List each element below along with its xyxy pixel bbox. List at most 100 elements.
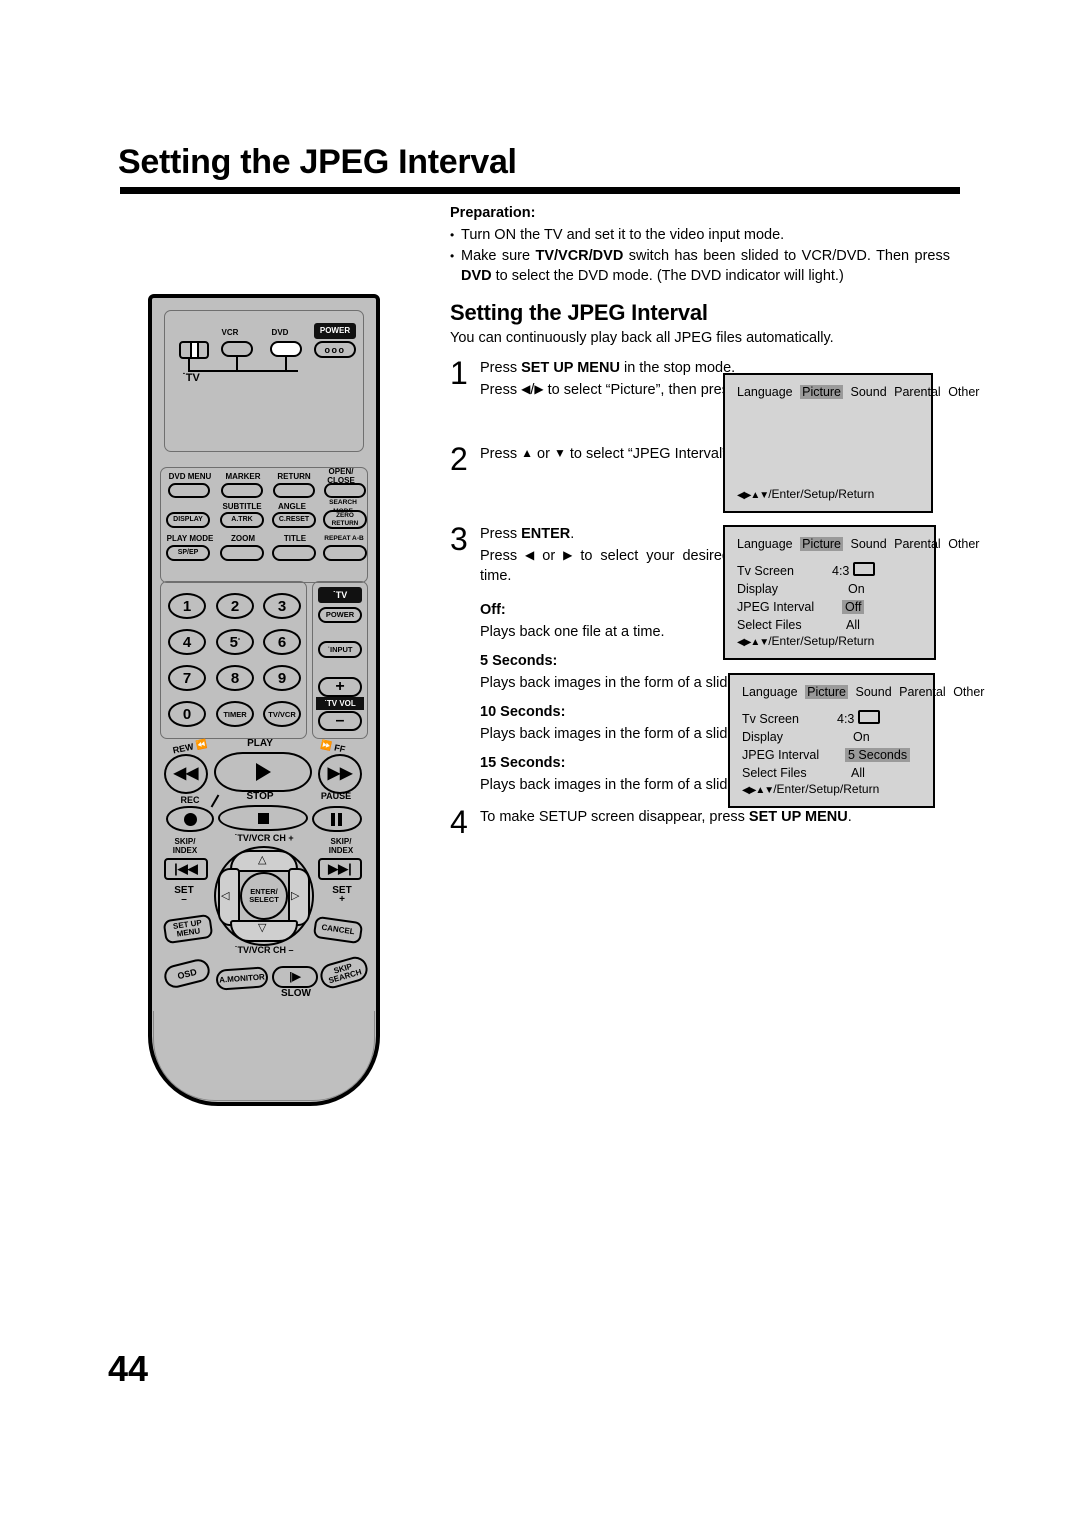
tv-indicator: ˙TV [318,587,362,603]
row-display-label: Display [742,730,783,744]
skip-back-button[interactable]: |◀◀ [164,858,208,880]
tab-other[interactable]: Other [948,537,979,551]
tv-setup-screen-2: Language Picture Sound Parental Other Tv… [723,525,979,660]
record-icon [183,812,197,826]
key-0[interactable]: 0 [168,701,206,727]
preparation-bullet-2-text: Make sure TV/VCR/DVD switch has been sli… [461,248,950,284]
remote-bottom-contour [153,1011,375,1101]
c-reset-button[interactable]: C.RESET [272,512,316,528]
zoom-button[interactable] [220,545,264,561]
navigation-arrows-icon: ◀▶▲▼ [737,637,769,648]
tab-parental[interactable]: Parental [899,685,946,699]
row-select-files[interactable]: Select Files All [737,616,922,634]
row-tv-screen-label: Tv Screen [737,564,794,578]
row-tv-screen[interactable]: Tv Screen 4:3 [737,562,922,580]
record-button[interactable] [166,806,214,832]
row-display[interactable]: Display On [737,580,922,598]
section-heading: Setting the JPEG Interval [450,300,708,325]
tab-other[interactable]: Other [953,685,984,699]
tab-picture[interactable]: Picture [800,385,844,399]
tab-sound[interactable]: Sound [851,385,887,399]
tv-power-button[interactable]: POWER [318,607,362,623]
skip-forward-button[interactable]: ▶▶| [318,858,362,880]
key-7[interactable]: 7 [168,665,206,691]
key-4[interactable]: 4 [168,629,206,655]
row-jpeg-interval[interactable]: JPEG Interval Off [737,598,922,616]
title-divider [120,187,960,194]
key-3[interactable]: 3 [263,593,301,619]
zero-return-button[interactable]: ZERO RETURN [323,510,367,529]
repeat-ab-button[interactable] [323,545,367,561]
key-9[interactable]: 9 [263,665,301,691]
row-tv-screen[interactable]: Tv Screen 4:3 [742,710,921,728]
tab-language[interactable]: Language [737,385,793,399]
title-button[interactable] [272,545,316,561]
row-select-files-label: Select Files [737,618,802,632]
slide-switch-knob[interactable] [190,343,199,357]
tab-other[interactable]: Other [948,385,979,399]
marker-button[interactable] [221,483,263,498]
tv-volume-down-button[interactable]: – [318,711,362,731]
tv-setup-screen-1: Language Picture Sound Parental Other ◀▶… [723,373,979,513]
row-tv-screen-value: 4:3 [837,710,881,728]
chevron-left-icon: ◁ [221,890,230,902]
row-display[interactable]: Display On [742,728,921,746]
step-1-number: 1 [450,355,468,391]
key-1[interactable]: 1 [168,593,206,619]
bullet-dot-icon: • [450,249,455,263]
tv-screen-2-tabs: Language Picture Sound Parental Other [737,536,979,553]
vcr-button[interactable] [221,341,253,357]
enter-select-button[interactable]: ENTER/SELECT [240,872,288,920]
angle-label: ANGLE [278,502,306,511]
play-button[interactable] [214,752,312,792]
row-select-files[interactable]: Select Files All [742,764,921,782]
play-mode-label: PLAY MODE [166,534,214,543]
tv-screen-2-footer-text: /Enter/Setup/Return [768,634,875,648]
stop-button[interactable] [218,805,308,831]
step-3-line-1: Press ENTER. [480,526,575,542]
power-button[interactable]: POWER [314,323,356,339]
sp-ep-button[interactable]: SP/EP [166,545,210,561]
key-8[interactable]: 8 [216,665,254,691]
tv-input-button[interactable]: ˙INPUT [318,641,362,658]
key-5[interactable]: 5 ˚ [216,629,254,655]
pause-icon [331,812,343,826]
rewind-button[interactable]: ◀◀ [164,754,208,794]
dvd-button[interactable] [270,341,302,357]
tab-picture[interactable]: Picture [805,685,849,699]
dvd-menu-button[interactable] [168,483,210,498]
stop-label: STOP [246,791,274,802]
tab-parental[interactable]: Parental [894,385,941,399]
tab-language[interactable]: Language [737,537,793,551]
tab-language[interactable]: Language [742,685,798,699]
pause-button[interactable] [312,806,362,832]
a-trk-button[interactable]: A.TRK [220,512,264,528]
subtitle-label: SUBTITLE [222,502,262,511]
vcr-label: VCR [221,328,239,337]
tv-vcr-dvd-slide-switch[interactable] [179,341,209,359]
switch-link-wire [188,358,298,372]
tv-screen-3-rows: Tv Screen 4:3 Display On JPEG Interval 5… [742,710,921,782]
key-2[interactable]: 2 [216,593,254,619]
tab-parental[interactable]: Parental [894,537,941,551]
fast-forward-button[interactable]: ▶▶ [318,754,362,794]
row-jpeg-interval[interactable]: JPEG Interval 5 Seconds [742,746,921,764]
tv-vcr-button[interactable]: TV/VCR [263,701,301,727]
tab-sound[interactable]: Sound [851,537,887,551]
left-arrow-icon: ◀ [521,382,531,396]
open-close-button[interactable] [324,483,366,498]
tab-picture[interactable]: Picture [800,537,844,551]
page-number: 44 [108,1348,149,1389]
dvd-label: DVD [271,328,289,337]
return-button[interactable] [273,483,315,498]
tv-volume-up-button[interactable]: + [318,677,362,697]
power-indicator-dots[interactable]: ooo [314,341,356,358]
tab-sound[interactable]: Sound [856,685,892,699]
timer-button[interactable]: TIMER [216,701,254,727]
a-monitor-button[interactable]: A.MONITOR [215,966,269,991]
slow-button[interactable]: |▶ [272,966,318,988]
key-6[interactable]: 6 [263,629,301,655]
navigation-arrows-icon: ◀▶▲▼ [737,490,769,501]
tv-switch-label: ˙TV [182,372,200,384]
display-button[interactable]: DISPLAY [166,512,210,528]
